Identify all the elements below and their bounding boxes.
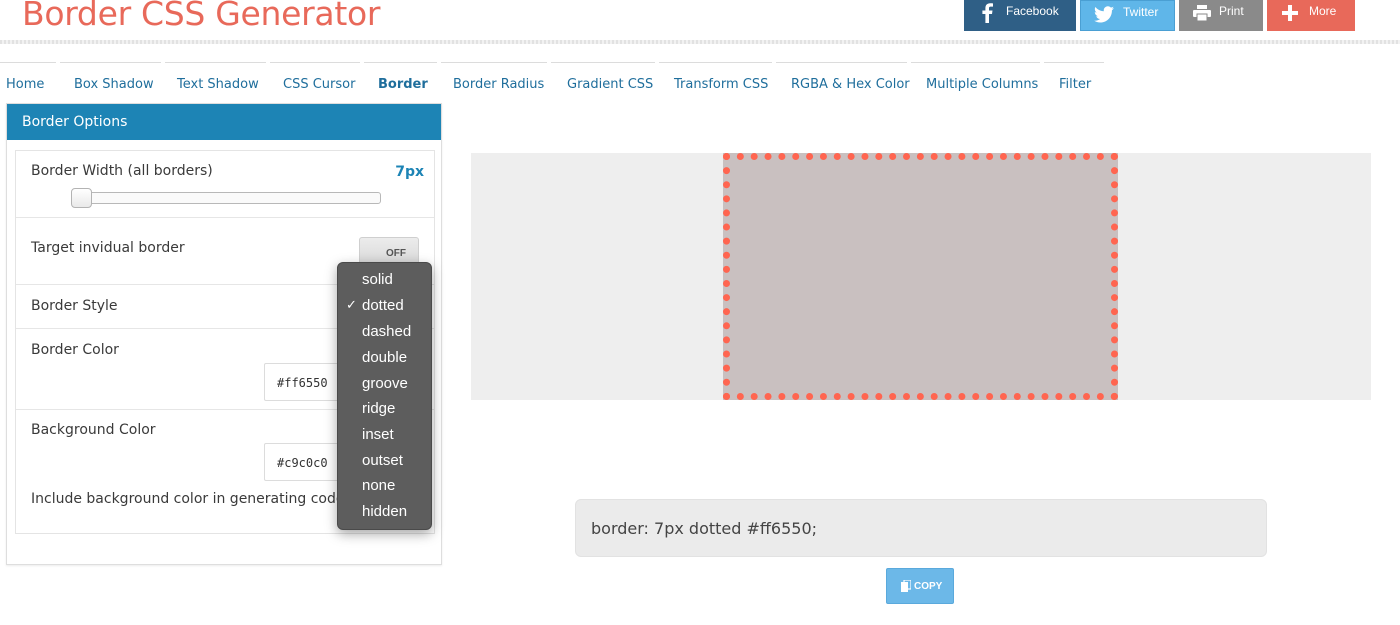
- nav-item-filter[interactable]: Filter: [1044, 62, 1104, 98]
- row-divider: [16, 217, 434, 218]
- dropdown-option-double[interactable]: double: [338, 346, 431, 371]
- nav-item-multiple-columns[interactable]: Multiple Columns: [911, 62, 1040, 98]
- dropdown-option-ridge[interactable]: ridge: [338, 397, 431, 422]
- target-individual-label: Target invidual border: [31, 240, 185, 256]
- dropdown-option-none[interactable]: none: [338, 474, 431, 499]
- nav-item-transform-css[interactable]: Transform CSS: [659, 62, 772, 98]
- nav-item-home[interactable]: Home: [0, 62, 56, 98]
- background-color-value: #c9c0c0: [277, 456, 328, 470]
- border-color-label: Border Color: [31, 342, 119, 358]
- border-width-value: 7px: [395, 164, 424, 180]
- include-background-label: Include background color in generating c…: [31, 491, 350, 507]
- border-preview-box: [723, 153, 1118, 400]
- plus-icon: [1279, 1, 1301, 25]
- nav-item-css-cursor[interactable]: CSS Cursor: [270, 62, 360, 98]
- dropdown-option-outset[interactable]: outset: [338, 449, 431, 474]
- nav-item-border-radius[interactable]: Border Radius: [441, 62, 547, 98]
- site-title: Border CSS Generator: [22, 0, 381, 33]
- dropdown-option-inset[interactable]: inset: [338, 423, 431, 448]
- dropdown-option-hidden[interactable]: hidden: [338, 500, 431, 525]
- copy-button[interactable]: COPY: [886, 568, 954, 604]
- app-root: Border CSS Generator Facebook Twitter Pr…: [0, 0, 1400, 625]
- background-color-label: Background Color: [31, 422, 156, 438]
- header-divider: [0, 40, 1400, 44]
- nav-item-box-shadow[interactable]: Box Shadow: [60, 62, 161, 98]
- generated-code: border: 7px dotted #ff6550;: [591, 519, 818, 538]
- more-label: More: [1309, 4, 1337, 18]
- checkmark-icon: ✓: [346, 297, 357, 312]
- twitter-share-button[interactable]: Twitter: [1080, 0, 1175, 31]
- nav-item-rgba-hex-color[interactable]: RGBA & Hex Color: [776, 62, 910, 98]
- panel-title: Border Options: [22, 114, 128, 130]
- clipboard-icon: [901, 579, 912, 595]
- border-color-value: #ff6550: [277, 376, 328, 390]
- print-label: Print: [1219, 4, 1244, 18]
- twitter-icon: [1093, 2, 1115, 26]
- toggle-state-label: OFF: [386, 248, 406, 259]
- copy-label: COPY: [914, 581, 943, 592]
- dropdown-option-dotted[interactable]: ✓ dotted: [338, 294, 431, 319]
- printer-icon: [1191, 1, 1213, 25]
- nav-item-text-shadow[interactable]: Text Shadow: [165, 62, 266, 98]
- border-width-slider-track[interactable]: [72, 192, 381, 204]
- border-style-dropdown[interactable]: solid ✓ dotted dashed double groove ridg…: [337, 262, 432, 530]
- facebook-icon: [976, 1, 998, 25]
- nav-item-gradient-css[interactable]: Gradient CSS: [551, 62, 655, 98]
- nav-item-border[interactable]: Border: [364, 62, 437, 98]
- dropdown-option-solid[interactable]: solid: [338, 268, 431, 293]
- more-share-button[interactable]: More: [1267, 0, 1355, 31]
- border-style-label: Border Style: [31, 298, 118, 314]
- border-width-slider-handle[interactable]: [71, 188, 92, 208]
- panel-header: Border Options: [7, 104, 441, 140]
- facebook-share-button[interactable]: Facebook: [964, 0, 1076, 31]
- print-button[interactable]: Print: [1179, 0, 1263, 31]
- border-width-label: Border Width (all borders): [31, 163, 213, 179]
- dropdown-option-groove[interactable]: groove: [338, 372, 431, 397]
- dropdown-option-dashed[interactable]: dashed: [338, 320, 431, 345]
- twitter-label: Twitter: [1123, 5, 1159, 19]
- generated-code-box[interactable]: border: 7px dotted #ff6550;: [575, 499, 1267, 557]
- facebook-label: Facebook: [1006, 4, 1059, 18]
